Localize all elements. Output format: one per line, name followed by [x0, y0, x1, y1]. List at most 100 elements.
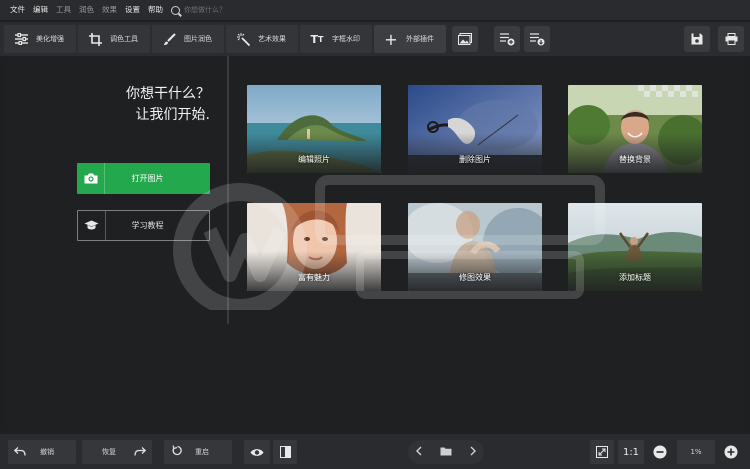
tab-adjust[interactable]: 调色工具 [78, 25, 150, 53]
card-label: 删除图片 [459, 155, 491, 164]
tab-label: 外部插件 [406, 35, 434, 43]
tutorial-label: 学习教程 [131, 221, 164, 230]
card-replace-background[interactable]: 替换背景 [568, 85, 702, 173]
zoom-in-icon [724, 445, 738, 459]
fit-screen-icon [596, 446, 608, 458]
reset-icon [172, 445, 183, 459]
file-tools [680, 26, 744, 52]
magic-wand-icon [236, 32, 250, 46]
chevron-left-icon [416, 446, 422, 456]
card-fade [408, 133, 542, 173]
welcome-heading: 你想干什么？ 让我们开始. [90, 84, 210, 126]
open-image-button[interactable]: 打开图片 [77, 163, 210, 194]
welcome-line-1: 你想干什么？ [126, 86, 210, 102]
open-image-label: 打开图片 [131, 174, 164, 183]
image-navigator [408, 440, 484, 464]
reset-label: 重启 [195, 448, 209, 456]
menu-file[interactable]: 文件 [6, 0, 29, 20]
card-fade [247, 133, 381, 173]
brush-icon [162, 32, 176, 46]
eye-icon [250, 448, 264, 456]
redo-icon [134, 446, 147, 459]
zoom-out-icon [653, 445, 667, 459]
card-label: 替换背景 [619, 155, 651, 164]
text-icon: TT [310, 32, 324, 46]
prev-image-button[interactable] [416, 446, 422, 458]
tab-art-effects[interactable]: 艺术效果 [226, 25, 298, 53]
sliders-icon [14, 32, 28, 46]
chevron-right-icon [470, 446, 476, 456]
image-gallery-button[interactable] [452, 26, 478, 52]
card-retouch-effects[interactable]: 修图效果 [408, 203, 542, 291]
actual-size-label: 1:1 [622, 446, 640, 458]
add-list-icon [499, 32, 514, 45]
tab-plugins[interactable]: + 外部插件 [374, 25, 446, 53]
card-add-title[interactable]: 添加标题 [568, 203, 702, 291]
camera-icon [77, 163, 105, 194]
print-button[interactable] [718, 26, 744, 52]
folder-button[interactable] [440, 447, 452, 458]
actual-size-button[interactable]: 1:1 [618, 440, 644, 464]
tab-label: 字框水印 [332, 35, 360, 43]
download-list-icon [529, 32, 544, 45]
undo-icon [13, 446, 26, 459]
redo-label: 恢复 [102, 448, 116, 456]
card-remove-image[interactable]: 删除图片 [408, 85, 542, 173]
menu-retouch[interactable]: 润色 [75, 0, 98, 20]
zoom-value: 1% [690, 448, 702, 456]
menu-edit[interactable]: 编辑 [29, 0, 52, 20]
tab-enhance[interactable]: 美化增强 [4, 25, 76, 53]
card-edit-photo[interactable]: 编辑照片 [247, 85, 381, 173]
fit-screen-button[interactable] [590, 440, 614, 464]
tutorial-button[interactable]: 学习教程 [77, 210, 210, 241]
compare-button[interactable] [273, 440, 297, 464]
next-image-button[interactable] [470, 446, 476, 458]
tab-text-watermark[interactable]: TT 字框水印 [300, 25, 372, 53]
search-input[interactable] [184, 6, 274, 14]
card-fade [568, 251, 702, 291]
card-label: 添加标题 [619, 273, 651, 282]
undo-button[interactable]: 撤销 [8, 440, 76, 464]
graduation-cap-icon [78, 211, 106, 240]
main-toolbar: 美化增强 调色工具 图片润色 艺术效果 TT 字框水印 + 外部插件 [0, 22, 750, 56]
tab-label: 图片润色 [184, 35, 212, 43]
crop-icon [88, 32, 102, 46]
plus-icon: + [384, 29, 398, 49]
search-icon [171, 5, 180, 15]
search-box[interactable] [171, 5, 274, 15]
save-button[interactable] [684, 26, 710, 52]
add-list-button[interactable] [494, 26, 520, 52]
bottom-bar: 撤销 恢复 重启 1:1 1% [0, 434, 750, 469]
save-icon [691, 33, 703, 45]
zoom-in-button[interactable] [720, 440, 742, 464]
card-label: 富有魅力 [298, 273, 330, 282]
image-icon [458, 33, 472, 45]
compare-icon [279, 446, 291, 458]
card-fade [247, 251, 381, 291]
tab-label: 美化增强 [36, 35, 64, 43]
menu-tools[interactable]: 工具 [52, 0, 75, 20]
preview-button[interactable] [244, 440, 270, 464]
welcome-line-2: 让我们开始. [135, 107, 210, 123]
card-label: 修图效果 [459, 273, 491, 282]
zoom-level[interactable]: 1% [677, 440, 715, 464]
menu-effects[interactable]: 效果 [98, 0, 121, 20]
card-glamour[interactable]: 富有魅力 [247, 203, 381, 291]
card-label: 编辑照片 [298, 155, 330, 164]
menu-bar: 文件 编辑 工具 润色 效果 设置 帮助 [0, 0, 750, 20]
download-list-button[interactable] [524, 26, 550, 52]
undo-label: 撤销 [40, 448, 54, 456]
redo-button[interactable]: 恢复 [82, 440, 152, 464]
tab-label: 艺术效果 [258, 35, 286, 43]
tab-retouch[interactable]: 图片润色 [152, 25, 224, 53]
tab-label: 调色工具 [110, 35, 138, 43]
folder-icon [440, 447, 452, 455]
menu-help[interactable]: 帮助 [144, 0, 167, 20]
reset-button[interactable]: 重启 [164, 440, 232, 464]
printer-icon [725, 33, 737, 45]
menu-settings[interactable]: 设置 [121, 0, 144, 20]
card-fade [408, 251, 542, 291]
panel-divider [227, 56, 229, 324]
card-fade [568, 133, 702, 173]
zoom-out-button[interactable] [649, 440, 671, 464]
